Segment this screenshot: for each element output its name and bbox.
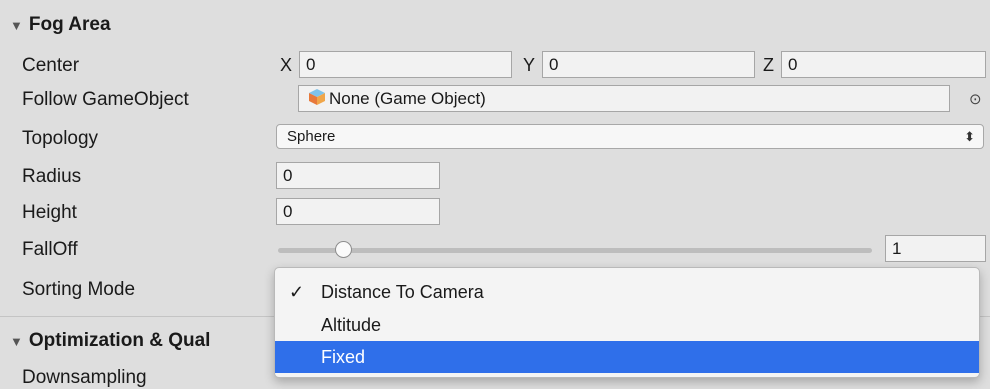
- falloff-label: FallOff: [22, 239, 78, 260]
- height-label: Height: [22, 202, 77, 223]
- downsampling-label: Downsampling: [22, 367, 147, 388]
- updown-arrows-icon: ⬍: [964, 129, 975, 144]
- follow-gameobject-field[interactable]: None (Game Object): [298, 85, 950, 112]
- fog-area-header[interactable]: ▼ Fog Area: [10, 14, 111, 36]
- menu-item-altitude[interactable]: Altitude: [275, 309, 979, 341]
- topology-dropdown[interactable]: Sphere ⬍: [276, 124, 984, 149]
- center-z-label[interactable]: Z: [763, 55, 774, 76]
- radius-label: Radius: [22, 166, 82, 187]
- disclosure-triangle-icon[interactable]: ▼: [10, 334, 23, 349]
- follow-gameobject-value: None (Game Object): [329, 89, 486, 108]
- falloff-value-field[interactable]: 1: [885, 235, 986, 262]
- radius-field[interactable]: 0: [276, 162, 440, 189]
- follow-gameobject-label: Follow GameObject: [22, 89, 189, 110]
- falloff-slider-thumb[interactable]: [334, 241, 352, 258]
- menu-item-distance-to-camera[interactable]: ✓ Distance To Camera: [275, 276, 979, 308]
- optimization-title: Optimization & Qual: [28, 330, 211, 351]
- sorting-mode-menu: ✓ Distance To Camera Altitude Fixed: [274, 267, 980, 378]
- falloff-slider-track[interactable]: [278, 248, 872, 253]
- gameobject-cube-icon: [307, 87, 327, 114]
- topology-label: Topology: [22, 128, 99, 149]
- fog-area-title: Fog Area: [28, 14, 111, 35]
- optimization-header[interactable]: ▼ Optimization & Qual: [10, 330, 210, 352]
- topology-value: Sphere: [287, 128, 336, 145]
- center-x-label[interactable]: X: [280, 55, 292, 76]
- center-label: Center: [22, 55, 80, 76]
- sorting-mode-label: Sorting Mode: [22, 279, 136, 300]
- center-x-field[interactable]: 0: [299, 51, 512, 78]
- object-picker-icon[interactable]: ⊙: [969, 90, 982, 108]
- height-field[interactable]: 0: [276, 198, 440, 225]
- center-z-field[interactable]: 0: [781, 51, 986, 78]
- center-y-field[interactable]: 0: [542, 51, 755, 78]
- center-y-label[interactable]: Y: [523, 55, 535, 76]
- disclosure-triangle-icon[interactable]: ▼: [10, 18, 23, 33]
- checkmark-icon: ✓: [289, 282, 305, 302]
- menu-item-fixed[interactable]: Fixed: [275, 341, 979, 373]
